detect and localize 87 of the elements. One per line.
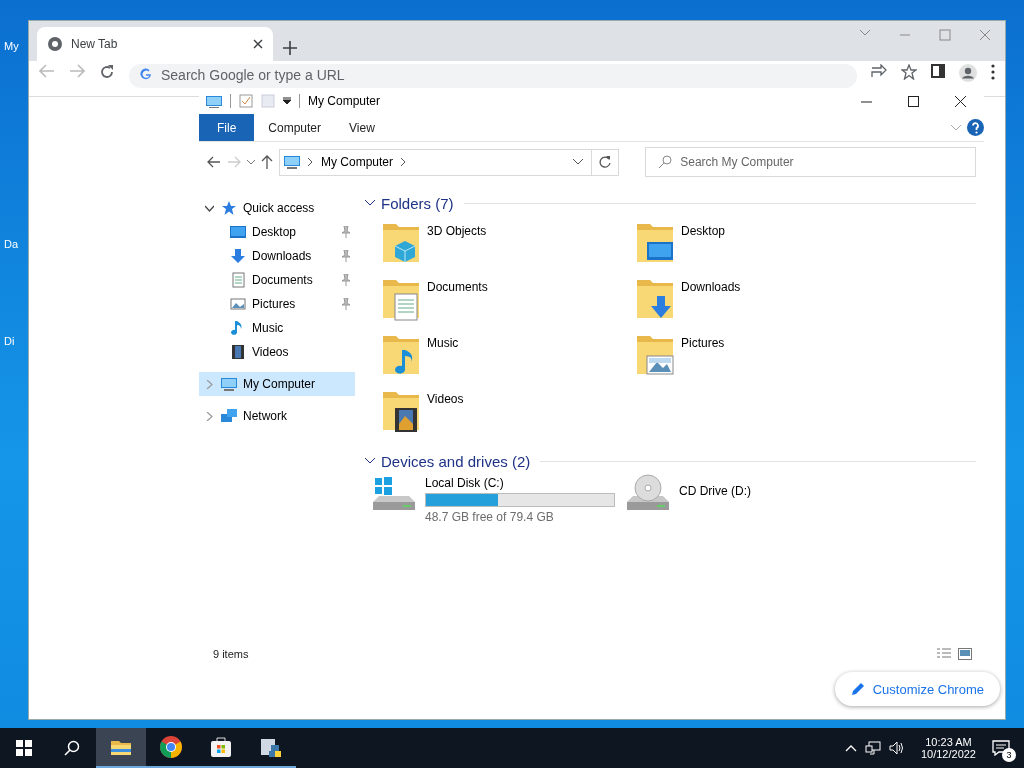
large-icons-view-icon[interactable] bbox=[958, 648, 972, 660]
browser-icon bbox=[159, 735, 183, 759]
notifications-icon[interactable] bbox=[992, 740, 1010, 756]
help-icon[interactable] bbox=[967, 119, 984, 136]
reload-icon[interactable] bbox=[99, 64, 115, 80]
nav-item[interactable]: Pictures bbox=[199, 292, 355, 316]
share-icon[interactable] bbox=[871, 64, 887, 78]
address-bar[interactable]: My Computer bbox=[279, 148, 593, 176]
browser-logo-icon bbox=[47, 36, 63, 52]
new-tab-icon[interactable] bbox=[283, 41, 297, 55]
pencil-icon bbox=[850, 682, 865, 696]
search-engine-icon bbox=[139, 67, 153, 81]
desktop-icon bbox=[230, 224, 246, 240]
nav-item[interactable]: Music bbox=[199, 316, 355, 340]
show-hidden-icon[interactable] bbox=[844, 744, 857, 752]
folder-item[interactable]: Videos bbox=[381, 386, 635, 442]
profile-icon[interactable] bbox=[959, 64, 977, 82]
star-icon bbox=[221, 200, 237, 216]
nav-item[interactable]: Quick access bbox=[199, 196, 355, 220]
customize-chrome-button[interactable]: Customize Chrome bbox=[834, 672, 1000, 706]
drive-name: CD Drive (D:) bbox=[679, 483, 751, 500]
chevron-right-icon bbox=[401, 158, 407, 166]
store-bag-icon bbox=[209, 735, 233, 759]
desktop-icon-label[interactable]: Da bbox=[4, 238, 19, 250]
network-icon bbox=[221, 408, 237, 424]
group-heading: Folders (7) bbox=[381, 194, 454, 212]
collapsed-chevron-icon[interactable] bbox=[204, 411, 214, 421]
chevron-down-icon[interactable] bbox=[859, 29, 871, 37]
nav-item[interactable]: Videos bbox=[199, 340, 355, 364]
ribbon-tab[interactable]: Computer bbox=[254, 114, 336, 141]
search-field[interactable]: Search My Computer bbox=[645, 147, 976, 177]
menu-icon[interactable] bbox=[991, 64, 995, 80]
folder-item[interactable]: Documents bbox=[381, 274, 635, 330]
desktop-icon-label[interactable]: My bbox=[4, 40, 19, 52]
drive-name: Local Disk (C:) bbox=[425, 476, 505, 490]
computer-icon bbox=[206, 94, 222, 108]
folder-item[interactable]: Pictures bbox=[635, 330, 889, 386]
side-panel-icon[interactable] bbox=[931, 64, 945, 78]
search-icon bbox=[658, 155, 673, 169]
recent-locations-icon[interactable] bbox=[247, 159, 255, 165]
folder-item[interactable]: Downloads bbox=[635, 274, 889, 330]
nav-item[interactable]: Desktop bbox=[199, 220, 355, 244]
window-title: My Computer bbox=[308, 94, 382, 108]
item-count: 9 items bbox=[213, 648, 250, 660]
nav-item[interactable]: Network bbox=[199, 404, 355, 428]
computer-icon bbox=[221, 376, 237, 392]
computer-icon bbox=[284, 154, 302, 170]
folder-item[interactable]: Desktop bbox=[635, 218, 889, 274]
start-icon[interactable] bbox=[16, 740, 32, 756]
refresh-icon[interactable] bbox=[598, 155, 613, 169]
customize-toolbar-icon[interactable] bbox=[283, 97, 291, 105]
close-icon[interactable] bbox=[253, 39, 263, 49]
download-icon bbox=[230, 248, 246, 264]
ribbon-tab[interactable]: View bbox=[335, 114, 389, 141]
drive-item[interactable]: Local Disk (C:) 48.7 GB free of 79.4 GB bbox=[369, 472, 623, 524]
taskbar-app[interactable] bbox=[96, 728, 146, 768]
folder-item[interactable]: 3D Objects bbox=[381, 218, 635, 274]
clock[interactable]: 10:23 AM 10/12/2022 bbox=[920, 736, 976, 760]
network-icon[interactable] bbox=[864, 741, 881, 755]
nav-item[interactable]: My Computer bbox=[199, 372, 355, 396]
collapse-group-icon[interactable] bbox=[365, 458, 375, 464]
maximize-icon[interactable] bbox=[908, 95, 919, 107]
address-bar[interactable]: Search Google or type a URL bbox=[129, 64, 857, 88]
volume-icon[interactable] bbox=[888, 741, 905, 755]
desktop-icon-label[interactable]: Di bbox=[4, 335, 15, 347]
nav-item[interactable]: Downloads bbox=[199, 244, 355, 268]
video-icon bbox=[230, 344, 246, 360]
search-icon[interactable] bbox=[64, 740, 80, 756]
picture-icon bbox=[230, 296, 246, 312]
free-space-text: 48.7 GB free of 79.4 GB bbox=[425, 510, 555, 524]
browser-tab[interactable]: New Tab bbox=[37, 27, 273, 61]
up-arrow-icon[interactable] bbox=[261, 155, 273, 169]
chevron-right-icon bbox=[308, 158, 313, 166]
nav-item[interactable]: Documents bbox=[199, 268, 355, 292]
dropdown-icon[interactable] bbox=[573, 159, 584, 165]
close-icon[interactable] bbox=[955, 95, 966, 107]
folder-item[interactable]: Music bbox=[381, 330, 635, 386]
drive-item[interactable]: CD Drive (D:) bbox=[623, 472, 877, 524]
group-heading: Devices and drives (2) bbox=[381, 452, 531, 470]
breadcrumb[interactable]: My Computer bbox=[321, 155, 394, 169]
expanded-chevron-icon[interactable] bbox=[204, 203, 214, 213]
notification-count: 3 bbox=[1002, 748, 1016, 762]
back-arrow-icon[interactable] bbox=[207, 156, 221, 168]
star-icon[interactable] bbox=[901, 64, 917, 80]
document-icon bbox=[230, 272, 246, 288]
ribbon-tab[interactable]: File bbox=[199, 114, 255, 141]
collapse-group-icon[interactable] bbox=[365, 200, 375, 206]
